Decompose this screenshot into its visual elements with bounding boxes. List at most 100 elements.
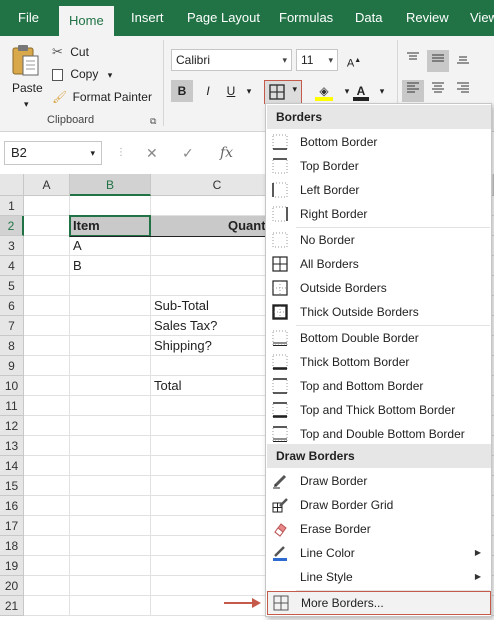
- cell-c7[interactable]: Sales Tax?: [151, 316, 217, 336]
- column-header-b[interactable]: B: [70, 174, 151, 196]
- fill-color-icon[interactable]: ◈: [313, 80, 335, 102]
- cell-b4[interactable]: B: [70, 256, 82, 276]
- copy-button[interactable]: Copy ▾: [52, 63, 112, 85]
- align-right-icon[interactable]: [452, 80, 474, 102]
- clipboard-launcher-icon[interactable]: ⧉: [150, 116, 156, 127]
- row-header[interactable]: 9: [0, 356, 24, 376]
- font-name-value: Calibri: [176, 53, 211, 67]
- menu-item-top-and-bottom-border[interactable]: Top and Bottom Border: [267, 374, 491, 398]
- row-header[interactable]: 13: [0, 436, 24, 456]
- tab-view[interactable]: View: [470, 0, 494, 36]
- tab-data[interactable]: Data: [355, 0, 382, 36]
- column-header-a[interactable]: A: [24, 174, 70, 196]
- format-painter-button[interactable]: 🖌 Format Painter: [52, 86, 152, 108]
- font-color-icon[interactable]: A: [350, 80, 372, 102]
- copy-dropdown-icon[interactable]: ▾: [108, 70, 113, 80]
- tab-insert[interactable]: Insert: [131, 0, 164, 36]
- cell-c2[interactable]: Quant: [225, 216, 266, 236]
- bold-button[interactable]: B: [171, 80, 193, 102]
- font-color-dropdown-icon[interactable]: ▾: [371, 80, 393, 102]
- borders-dropdown-button[interactable]: ▾: [264, 80, 302, 104]
- row-header[interactable]: 15: [0, 476, 24, 496]
- row-header[interactable]: 3: [0, 236, 24, 256]
- menu-item-outside-borders[interactable]: Outside Borders: [267, 276, 491, 300]
- menu-item-top-border[interactable]: Top Border: [267, 154, 491, 178]
- menu-item-top-and-double-bottom-border[interactable]: Top and Double Bottom Border: [267, 422, 491, 446]
- menu-item-erase-border[interactable]: Erase Border: [267, 517, 491, 541]
- top-thick-bottom-border-icon: [272, 402, 288, 418]
- menu-item-draw-border-grid[interactable]: Draw Border Grid: [267, 493, 491, 517]
- menu-item-thick-bottom-border[interactable]: Thick Bottom Border: [267, 350, 491, 374]
- name-box[interactable]: B2 ▾: [4, 141, 102, 165]
- insert-function-icon[interactable]: fx: [220, 141, 233, 165]
- row-header[interactable]: 21: [0, 596, 24, 616]
- cell-c10[interactable]: Total: [151, 376, 181, 396]
- pointer-arrow-icon: [224, 598, 261, 608]
- paintbrush-icon: 🖌: [52, 90, 68, 104]
- menu-item-no-border[interactable]: No Border: [267, 228, 491, 252]
- row-header[interactable]: 11: [0, 396, 24, 416]
- row-header[interactable]: 4: [0, 256, 24, 276]
- underline-dropdown-icon[interactable]: ▾: [238, 80, 260, 102]
- menu-item-label: Erase Border: [300, 522, 371, 536]
- row-header[interactable]: 10: [0, 376, 24, 396]
- tab-review[interactable]: Review: [406, 0, 449, 36]
- row-header[interactable]: 16: [0, 496, 24, 516]
- tab-formulas[interactable]: Formulas: [279, 0, 333, 36]
- cell-c6[interactable]: Sub-Total: [151, 296, 209, 316]
- italic-label: I: [206, 84, 210, 98]
- menu-item-bottom-double-border[interactable]: Bottom Double Border: [267, 326, 491, 350]
- font-size-select[interactable]: 11 ▾: [296, 49, 338, 71]
- tab-home[interactable]: Home: [59, 6, 114, 36]
- menu-item-more-borders[interactable]: More Borders...: [267, 591, 491, 615]
- row-header[interactable]: 19: [0, 556, 24, 576]
- row-header[interactable]: 18: [0, 536, 24, 556]
- font-name-select[interactable]: Calibri ▾: [171, 49, 292, 71]
- row-header[interactable]: 6: [0, 296, 24, 316]
- cell-b3[interactable]: A: [70, 236, 82, 256]
- menu-item-all-borders[interactable]: All Borders: [267, 252, 491, 276]
- row-header[interactable]: 17: [0, 516, 24, 536]
- menu-item-left-border[interactable]: Left Border: [267, 178, 491, 202]
- drag-handle-icon[interactable]: ⋮: [116, 141, 126, 165]
- tab-file[interactable]: File: [18, 0, 39, 36]
- row-header[interactable]: 5: [0, 276, 24, 296]
- select-all-corner[interactable]: [0, 174, 24, 196]
- menu-item-line-color[interactable]: Line Color ▶: [267, 541, 491, 565]
- row-header[interactable]: 20: [0, 576, 24, 596]
- bottom-align-icon[interactable]: [452, 50, 474, 72]
- excel-window: File Home Insert Page Layout Formulas Da…: [0, 0, 494, 620]
- menu-item-label: All Borders: [300, 257, 359, 271]
- pencil-icon: [273, 474, 287, 489]
- row-header[interactable]: 7: [0, 316, 24, 336]
- menu-item-thick-outside-borders[interactable]: Thick Outside Borders: [267, 300, 491, 324]
- menu-item-label: More Borders...: [301, 596, 384, 610]
- tab-page-layout[interactable]: Page Layout: [187, 0, 260, 36]
- cell-c8[interactable]: Shipping?: [151, 336, 212, 356]
- middle-align-icon[interactable]: [427, 50, 449, 72]
- menu-item-top-and-thick-bottom-border[interactable]: Top and Thick Bottom Border: [267, 398, 491, 422]
- menu-item-label: Top and Thick Bottom Border: [300, 403, 456, 417]
- row-header[interactable]: 2: [0, 216, 24, 236]
- cancel-icon[interactable]: ✕: [146, 141, 158, 165]
- paste-dropdown-icon[interactable]: ▾: [24, 93, 29, 115]
- menu-item-right-border[interactable]: Right Border: [267, 202, 491, 226]
- increase-font-icon[interactable]: A▲: [343, 50, 365, 72]
- italic-button[interactable]: I: [197, 80, 219, 102]
- menu-item-label: Bottom Border: [300, 135, 378, 149]
- menu-item-line-style[interactable]: Line Style ▶: [267, 565, 491, 589]
- enter-icon[interactable]: ✓: [182, 141, 194, 165]
- menu-item-draw-border[interactable]: Draw Border: [267, 469, 491, 493]
- menu-item-bottom-border[interactable]: Bottom Border: [267, 130, 491, 154]
- row-header[interactable]: 14: [0, 456, 24, 476]
- menu-item-label: Thick Outside Borders: [300, 305, 419, 319]
- top-align-icon[interactable]: [402, 50, 424, 72]
- thick-bottom-border-icon: [272, 354, 288, 370]
- cut-button[interactable]: ✂ Cut: [52, 41, 89, 63]
- row-header[interactable]: 1: [0, 196, 24, 216]
- align-left-icon[interactable]: [402, 80, 424, 102]
- paste-icon[interactable]: [10, 42, 42, 78]
- align-center-icon[interactable]: [427, 80, 449, 102]
- row-header[interactable]: 8: [0, 336, 24, 356]
- row-header[interactable]: 12: [0, 416, 24, 436]
